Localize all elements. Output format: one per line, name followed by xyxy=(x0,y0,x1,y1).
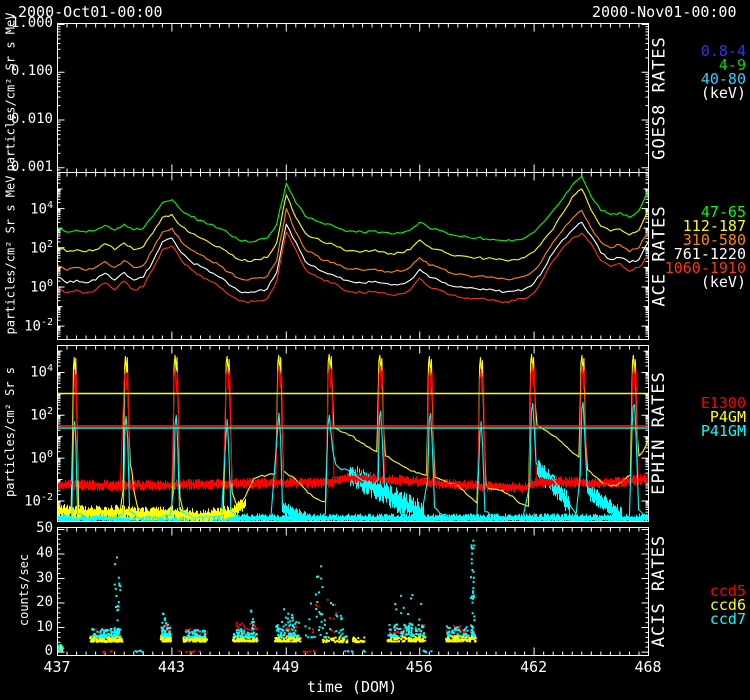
y-axis-label-ephin: particles/cm² Sr s xyxy=(3,344,17,520)
x-tick-label: 437 xyxy=(27,658,87,676)
panel-goes8-plot xyxy=(57,23,649,173)
end-date-title: 2000-Nov01-00:00 xyxy=(592,3,737,21)
legend-item: P41GM xyxy=(701,424,746,438)
acis-series-ccd7-scatter xyxy=(57,540,476,653)
legend-item: (keV) xyxy=(701,86,746,100)
panel-frame xyxy=(58,528,649,656)
legend-item: (keV) xyxy=(665,275,746,289)
x-tick-label: 462 xyxy=(504,658,564,676)
ephin-series-P41GM-band xyxy=(538,460,570,516)
axis-ticks xyxy=(58,528,649,656)
x-axis-title: time (DOM) xyxy=(252,678,452,696)
ace-series-112187-line xyxy=(58,189,649,262)
ace-series-4765-line xyxy=(58,176,649,242)
x-tick-label: 443 xyxy=(141,658,201,676)
panel-frame xyxy=(58,24,649,173)
legend-item: ccd7 xyxy=(710,612,746,626)
ephin-series-P41GM-band xyxy=(350,466,424,522)
axis-ticks xyxy=(58,24,649,173)
panel-title-acis: ACIS RATES xyxy=(649,527,669,655)
x-tick-label: 468 xyxy=(618,658,678,676)
panel-ace-plot xyxy=(57,172,649,340)
y-axis-label-acis: counts/sec xyxy=(17,526,31,654)
panel-ephin-plot xyxy=(57,345,649,522)
chandra-radiation-monitor-figure: 2000-Oct01-00:00 2000-Nov01-00:00 time (… xyxy=(0,0,750,700)
panel-title-ephin: EPHIN RATES xyxy=(649,345,669,521)
ace-series-310580-line xyxy=(58,209,649,281)
x-tick-label: 449 xyxy=(256,658,316,676)
panel-title-goes8: GOES8 RATES xyxy=(649,23,669,172)
legend-ace: 47-65112-187310-580761-12201060-1910(keV… xyxy=(665,205,746,289)
y-axis-label-ace: particles/cm² Sr s MeV xyxy=(3,171,17,338)
y-axis-label-goes8: particles/cm² Sr s MeV xyxy=(3,22,17,171)
x-tick-label: 456 xyxy=(389,658,449,676)
panel-acis-plot xyxy=(57,527,649,656)
legend-ephin: E1300P4GMP41GM xyxy=(701,396,746,438)
legend-acis: ccd5ccd6ccd7 xyxy=(710,584,746,626)
legend-goes8: 0.8-44-940-80(keV) xyxy=(701,44,746,100)
axis-ticks xyxy=(58,173,649,340)
ephin-series-P41GM-line xyxy=(58,403,649,520)
panel-frame xyxy=(58,173,649,340)
